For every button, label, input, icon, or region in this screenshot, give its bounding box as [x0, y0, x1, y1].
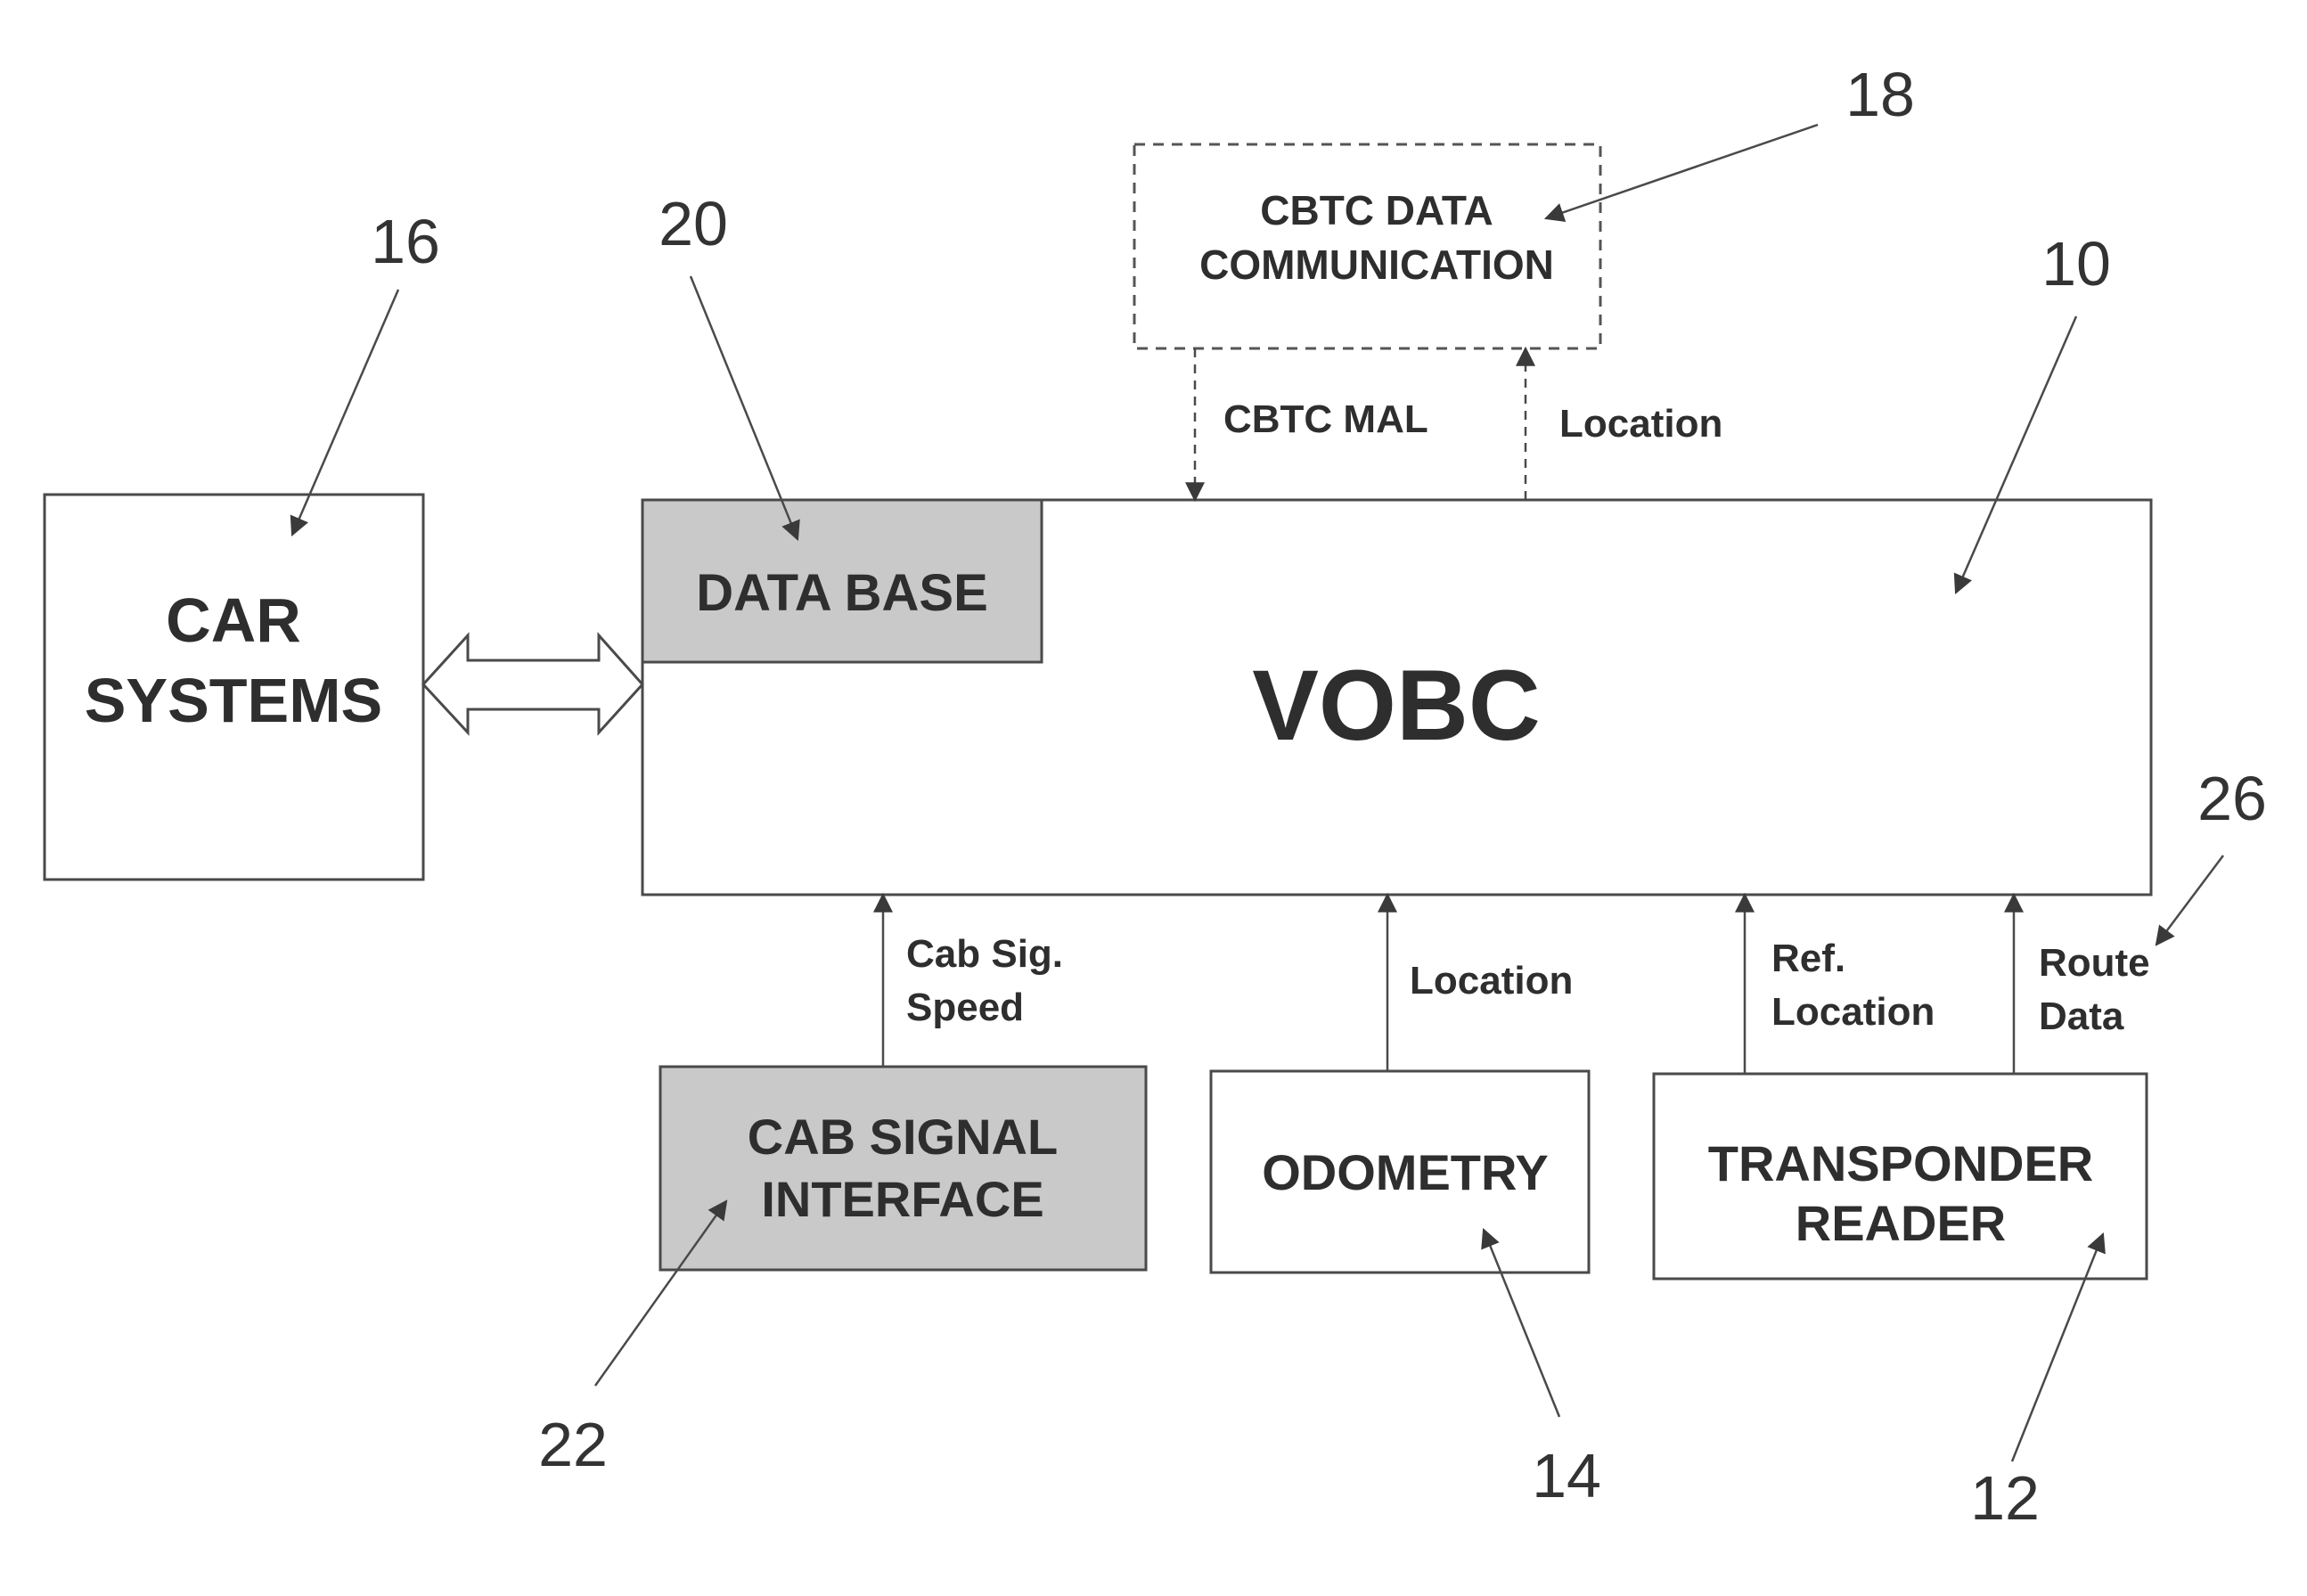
transponder-reader-block: TRANSPONDER READER	[1652, 1072, 2148, 1281]
odometry-location-label: Location	[1410, 959, 1573, 1003]
ref-location-label-line2: Location	[1771, 990, 1935, 1034]
ref-location-label-line1: Ref.	[1771, 937, 1845, 980]
vobc-block-diagram: CAR SYSTEMS 16 VOBC 10 DATA BASE 20 CBTC…	[43, 60, 2267, 1533]
data-base-label: DATA BASE	[696, 564, 988, 622]
cbtc-label-line2: COMMUNICATION	[1199, 241, 1554, 288]
route-data-label-line1: Route	[2039, 941, 2150, 985]
vobc-label: VOBC	[1252, 650, 1541, 761]
leader-26	[2155, 855, 2224, 946]
data-base-block: DATA BASE	[641, 498, 1043, 664]
ref-number-18: 18	[1845, 60, 1915, 129]
odometry-block: ODOMETRY	[1209, 1069, 1591, 1274]
cab-signal-label-line1: CAB SIGNAL	[748, 1109, 1058, 1165]
cbtc-label-line1: CBTC DATA	[1260, 187, 1493, 233]
bidirectional-arrow	[421, 632, 645, 736]
cab-signal-label-line2: INTERFACE	[761, 1171, 1043, 1227]
transponder-label-line1: TRANSPONDER	[1708, 1135, 2093, 1191]
car-systems-label-line1: CAR	[166, 585, 301, 655]
car-systems-label-line2: SYSTEMS	[85, 666, 383, 735]
ref-number-20: 20	[659, 189, 728, 258]
cab-sig-speed-label-line1: Cab Sig.	[906, 932, 1063, 976]
cab-sig-speed-label-line2: Speed	[906, 986, 1024, 1029]
ref-number-22: 22	[538, 1410, 608, 1479]
ref-number-12: 12	[1970, 1463, 2040, 1533]
route-data-label-line2: Data	[2039, 994, 2124, 1038]
car-systems-block: CAR SYSTEMS	[43, 493, 425, 881]
cbtc-location-label: Location	[1559, 402, 1722, 446]
odometry-label: ODOMETRY	[1262, 1144, 1548, 1200]
cbtc-data-communication-block: CBTC DATA COMMUNICATION	[1133, 143, 1602, 350]
ref-number-10: 10	[2041, 229, 2111, 299]
cab-signal-interface-block: CAB SIGNAL INTERFACE	[659, 1065, 1148, 1272]
ref-number-14: 14	[1532, 1441, 1601, 1510]
ref-number-16: 16	[371, 207, 440, 276]
ref-number-26: 26	[2197, 764, 2267, 833]
transponder-label-line2: READER	[1796, 1195, 2006, 1251]
cbtc-mal-label: CBTC MAL	[1223, 397, 1428, 441]
